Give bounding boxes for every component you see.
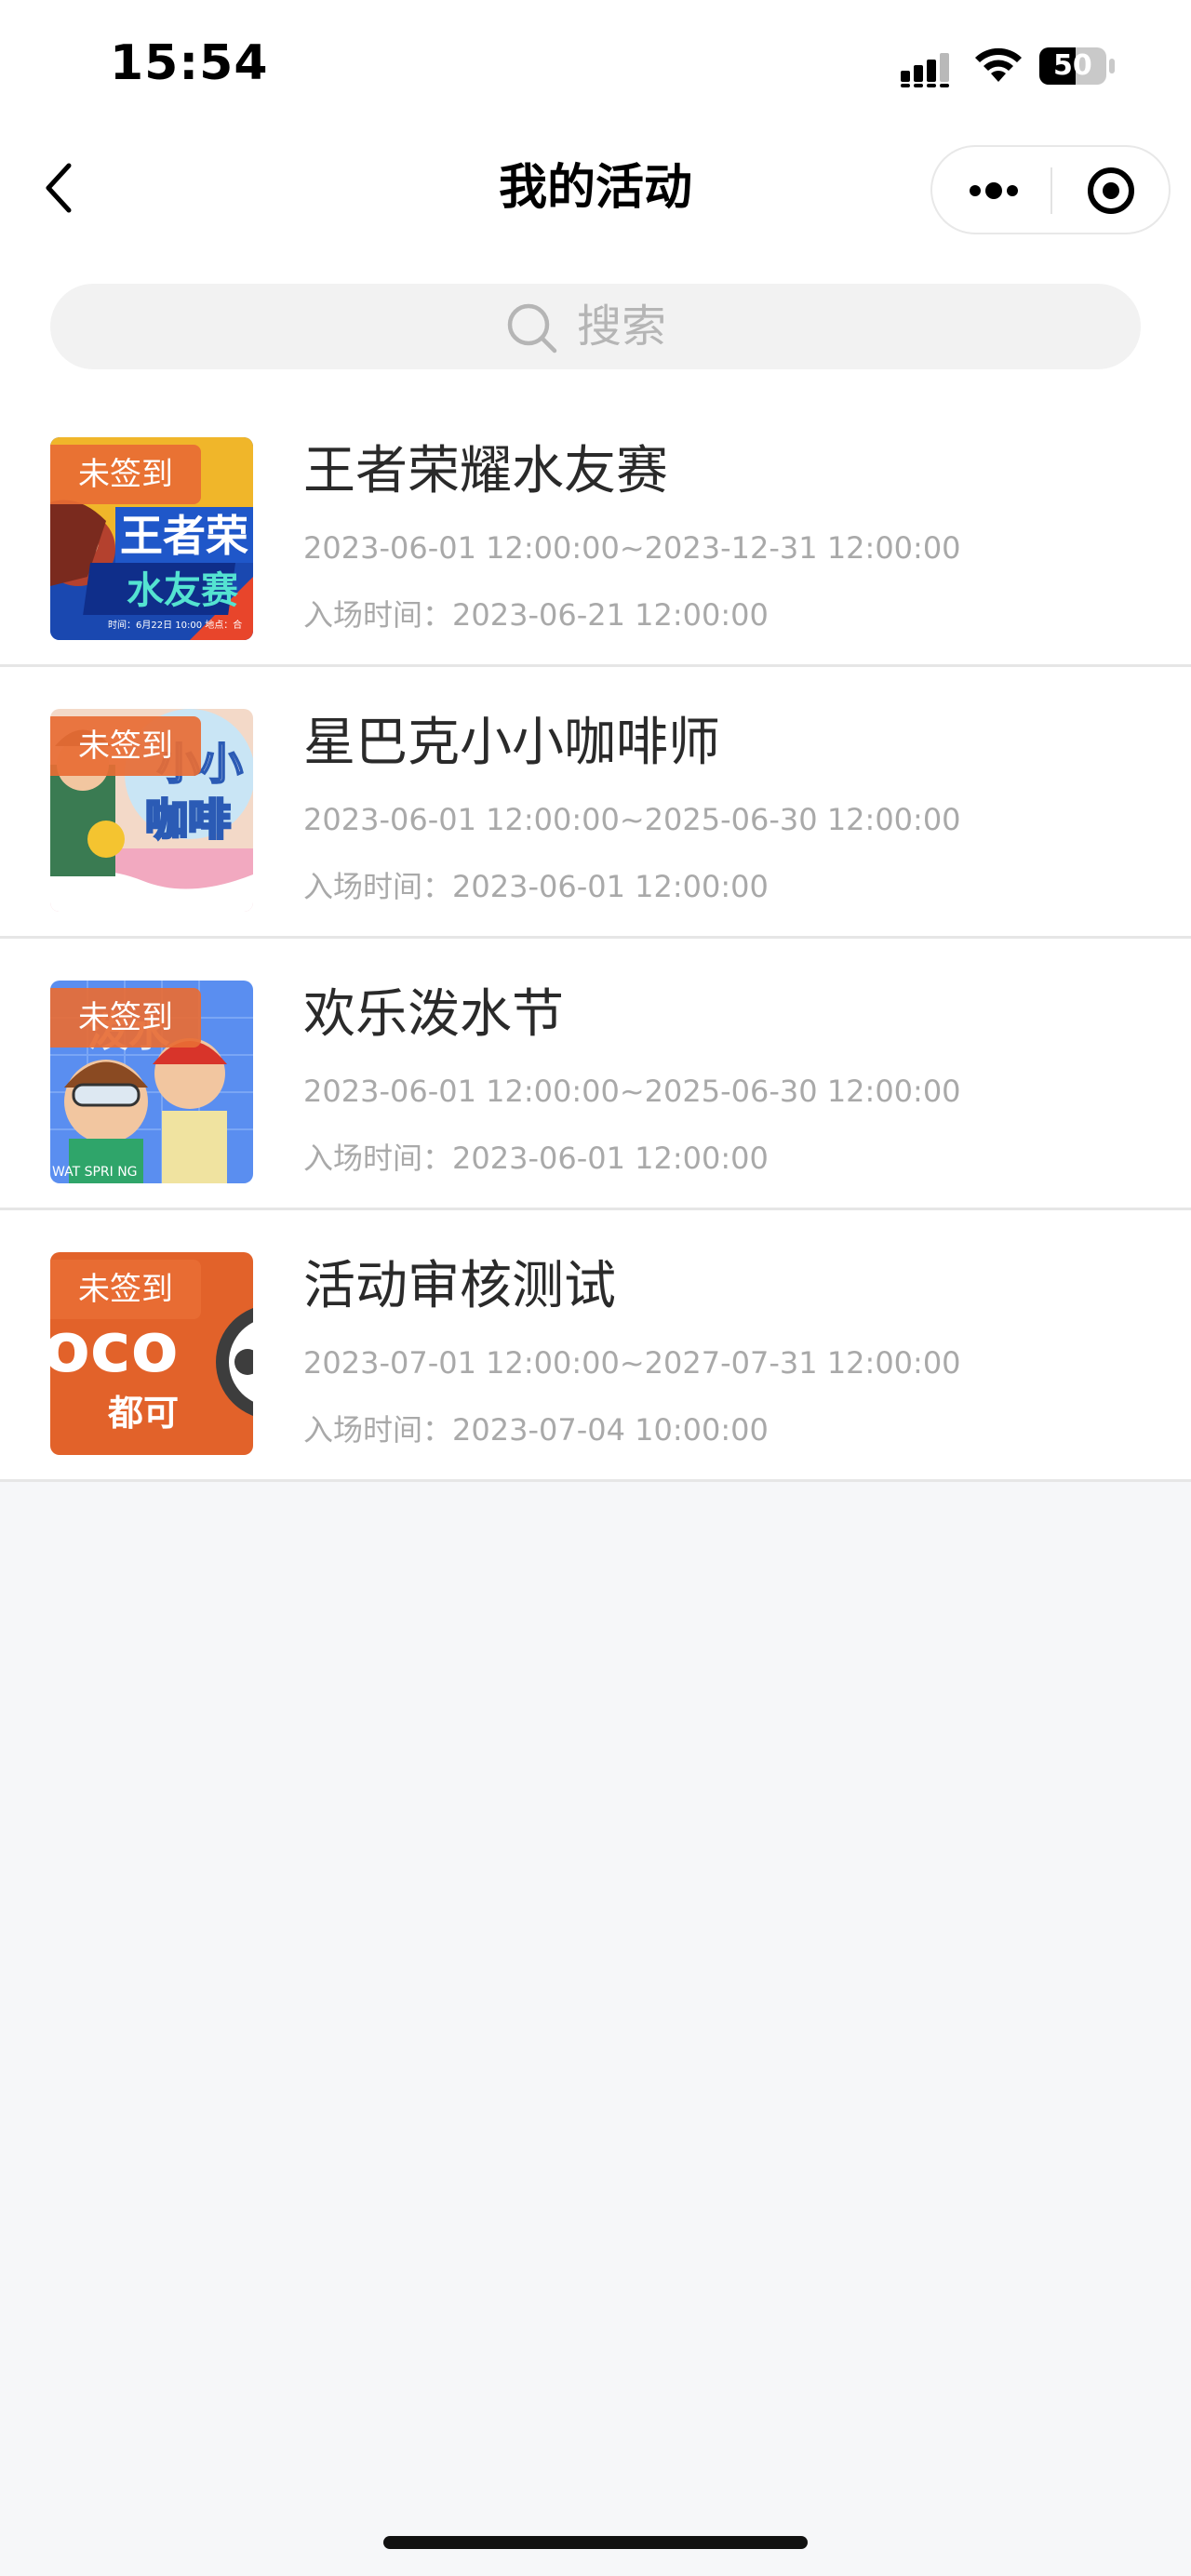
activity-item-0[interactable]: 王者荣 水友赛 时间：6月22日 10:00 地点：合 未签到 王者荣耀水友赛 … [0, 395, 1191, 667]
home-indicator[interactable] [383, 2536, 808, 2549]
activity-entry-time: 入场时间：2023-06-01 12:00:00 [303, 1141, 769, 1176]
activity-entry-time: 入场时间：2023-06-01 12:00:00 [303, 869, 769, 904]
status-badge: 未签到 [50, 1260, 201, 1319]
search-input[interactable] [577, 293, 949, 360]
activity-list: 王者荣 水友赛 时间：6月22日 10:00 地点：合 未签到 王者荣耀水友赛 … [0, 395, 1191, 1482]
nav-bar: 我的活动 [0, 121, 1191, 265]
status-bar: 15:54 50 [0, 0, 1191, 121]
status-badge: 未签到 [50, 716, 201, 776]
activity-entry-time: 入场时间：2023-07-04 10:00:00 [303, 1412, 769, 1448]
wifi-icon [975, 47, 1022, 82]
more-button[interactable] [940, 154, 1044, 227]
activity-title: 活动审核测试 [303, 1256, 616, 1316]
activity-item-2[interactable]: 泼水 WAT SPRI NG 未签到 欢乐泼水节 2023-06-01 12:0… [0, 939, 1191, 1210]
capsule-divider [1050, 167, 1052, 214]
thumb-text-sub: 水友赛 [127, 569, 239, 612]
activity-period: 2023-07-01 12:00:00~2027-07-31 12:00:00 [303, 1345, 961, 1381]
thumb-text-info: 时间：6月22日 10:00 地点：合 [108, 619, 242, 631]
search-icon [507, 303, 557, 354]
signal-icon [901, 53, 949, 87]
status-badge: 未签到 [50, 988, 201, 1048]
activity-entry-time: 入场时间：2023-06-21 12:00:00 [303, 597, 769, 633]
activity-item-1[interactable]: 小小 咖啡 未签到 星巴克小小咖啡师 2023-06-01 12:00:00~2… [0, 667, 1191, 939]
search-box[interactable] [50, 284, 1141, 369]
activity-period: 2023-06-01 12:00:00~2025-06-30 12:00:00 [303, 802, 961, 837]
activity-thumbnail: 泼水 WAT SPRI NG 未签到 [50, 981, 253, 1183]
target-circle-icon [1088, 167, 1134, 214]
miniapp-capsule [930, 145, 1171, 234]
thumb-text-title: oco [50, 1308, 179, 1388]
back-arrow-icon [46, 163, 72, 213]
thumb-text-sub: WAT SPRI NG [52, 1165, 138, 1180]
activity-thumbnail: oco 都可 未签到 [50, 1252, 253, 1455]
activity-thumbnail: 小小 咖啡 未签到 [50, 709, 253, 912]
activity-period: 2023-06-01 12:00:00~2023-12-31 12:00:00 [303, 530, 961, 566]
activity-item-3[interactable]: oco 都可 未签到 活动审核测试 2023-07-01 12:00:00~20… [0, 1210, 1191, 1482]
thumb-text-sub: 咖啡 [145, 794, 231, 845]
thumb-text-title: 王者荣 [120, 511, 248, 561]
battery-level: 50 [1053, 49, 1092, 82]
activity-title: 星巴克小小咖啡师 [303, 713, 720, 773]
activity-title: 王者荣耀水友赛 [303, 441, 668, 501]
back-button[interactable] [32, 158, 91, 218]
activity-thumbnail: 王者荣 水友赛 时间：6月22日 10:00 地点：合 未签到 [50, 437, 253, 640]
status-badge: 未签到 [50, 445, 201, 504]
more-dots-icon [970, 182, 1018, 199]
status-time: 15:54 [110, 35, 269, 91]
activity-title: 欢乐泼水节 [303, 984, 564, 1045]
search-area [0, 265, 1191, 395]
close-miniapp-button[interactable] [1059, 154, 1163, 227]
activity-period: 2023-06-01 12:00:00~2025-06-30 12:00:00 [303, 1074, 961, 1109]
thumb-text-sub: 都可 [107, 1393, 179, 1434]
